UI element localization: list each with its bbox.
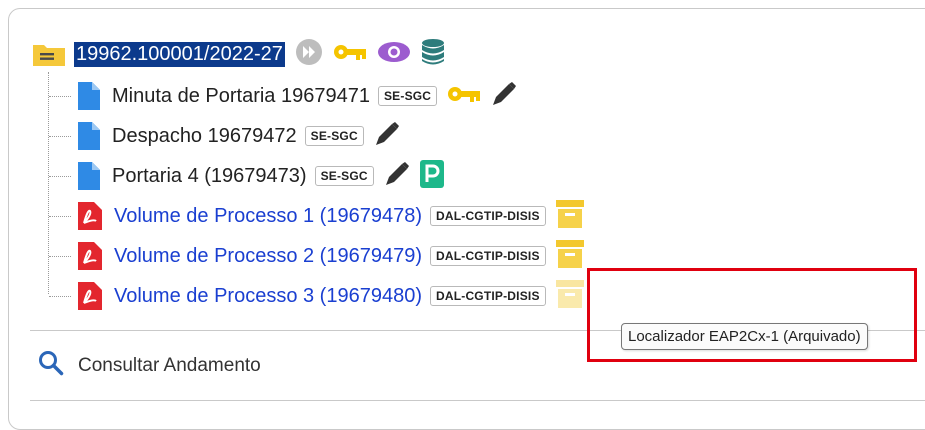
tree-item-document[interactable]: Minuta de Portaria 19679471 SE-SGC [78, 78, 517, 114]
unit-badge: DAL-CGTIP-DISIS [429, 246, 546, 266]
tree-item-document[interactable]: Portaria 4 (19679473) SE-SGC [78, 158, 444, 194]
unit-badge: DAL-CGTIP-DISIS [429, 206, 546, 226]
document-title[interactable]: Volume de Processo 3 (19679480) [114, 285, 422, 308]
tree-connector [48, 72, 49, 294]
unit-badge: SE-SGC [377, 86, 438, 106]
tree-connector [49, 256, 71, 257]
process-number[interactable]: 19962.100001/2022-27 [74, 41, 285, 67]
document-title[interactable]: Minuta de Portaria 19679471 [112, 85, 370, 108]
document-icon [78, 122, 100, 150]
unit-badge: DAL-CGTIP-DISIS [429, 286, 546, 306]
tooltip: Localizador EAP2Cx-1 (Arquivado) [621, 323, 868, 350]
process-row[interactable]: 19962.100001/2022-27 [32, 36, 445, 72]
tree-connector [49, 96, 71, 97]
archive-box-icon[interactable] [555, 239, 584, 273]
document-title[interactable]: Portaria 4 (19679473) [112, 165, 307, 188]
pen-icon[interactable] [491, 81, 517, 112]
pdf-icon [78, 242, 102, 270]
divider [30, 400, 925, 401]
tree-connector [49, 296, 71, 297]
key-icon[interactable] [447, 84, 481, 109]
database-icon[interactable] [421, 38, 445, 71]
archive-box-icon[interactable] [555, 199, 584, 233]
tree-connector [49, 136, 71, 137]
tree-connector [49, 216, 71, 217]
document-icon [78, 162, 100, 190]
folder-icon [32, 41, 66, 67]
tree-item-document[interactable]: Despacho 19679472 SE-SGC [78, 118, 400, 154]
consult-label[interactable]: Consultar Andamento [78, 355, 261, 377]
tree-item-pdf[interactable]: Volume de Processo 2 (19679479) DAL-CGTI… [78, 238, 584, 274]
search-icon [38, 350, 64, 381]
tree-item-pdf[interactable]: Volume de Processo 3 (19679480) DAL-CGTI… [78, 278, 584, 314]
unit-badge: SE-SGC [304, 126, 364, 146]
document-title[interactable]: Volume de Processo 2 (19679479) [114, 245, 422, 268]
unit-badge: SE-SGC [314, 166, 374, 186]
tree-item-pdf[interactable]: Volume de Processo 1 (19679478) DAL-CGTI… [78, 198, 584, 234]
forward-icon[interactable] [295, 38, 323, 71]
consult-progress-link[interactable]: Consultar Andamento [38, 350, 261, 381]
pen-icon[interactable] [384, 161, 410, 192]
tree-connector [49, 176, 71, 177]
pdf-icon [78, 282, 102, 310]
eye-icon[interactable] [377, 41, 411, 68]
key-icon[interactable] [333, 42, 367, 67]
archive-box-icon[interactable] [555, 279, 584, 313]
document-title[interactable]: Despacho 19679472 [112, 125, 297, 148]
document-icon [78, 82, 100, 110]
pdf-icon [78, 202, 102, 230]
document-title[interactable]: Volume de Processo 1 (19679478) [114, 205, 422, 228]
pen-icon[interactable] [374, 121, 400, 152]
publish-icon[interactable] [419, 159, 444, 193]
